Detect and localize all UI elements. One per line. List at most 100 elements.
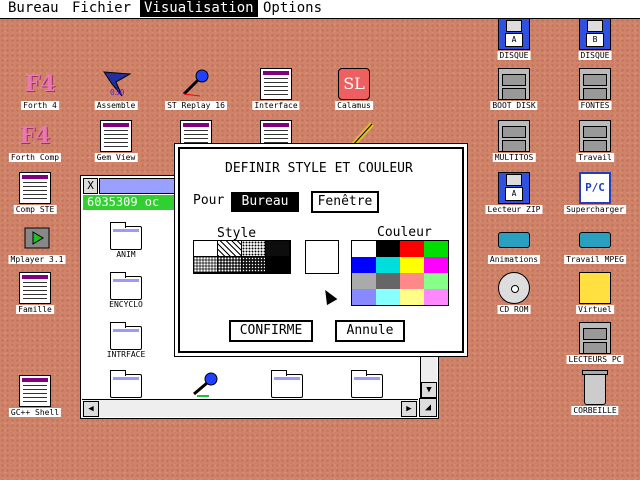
desktop-icon-virtuel[interactable]: Virtuel	[557, 272, 633, 320]
icon-label: Gem View	[94, 153, 138, 162]
floppy-disk-icon	[579, 18, 611, 50]
desktop-icon-cd-rom[interactable]: CD ROM	[476, 272, 552, 320]
color-swatch[interactable]	[376, 257, 400, 273]
window-close-button[interactable]: X	[83, 178, 98, 194]
desktop-icon-supercharger[interactable]: P/C Supercharger	[557, 172, 633, 220]
desktop-icon-disque-a[interactable]: DISQUE	[476, 18, 552, 66]
color-swatch[interactable]	[400, 273, 424, 289]
desktop-icon-lecteur-zip[interactable]: Lecteur ZIP	[476, 172, 552, 220]
color-swatch[interactable]	[352, 289, 376, 305]
pattern-swatch[interactable]	[194, 257, 218, 273]
scroll-right-button[interactable]: ▶	[401, 401, 417, 417]
folder-item-anim[interactable]: ANIM	[96, 220, 156, 264]
folder-item-intrface[interactable]: INTRFACE	[96, 320, 156, 364]
color-swatch[interactable]	[376, 273, 400, 289]
desktop-icon-animations[interactable]: Animations	[476, 222, 552, 270]
folder-icon	[110, 272, 142, 300]
pattern-swatch[interactable]	[218, 241, 242, 257]
icon-label: BOOT DISK	[490, 101, 538, 110]
icon-label: Comp STE	[13, 205, 57, 214]
desktop-icon-fontes[interactable]: FONTES	[557, 68, 633, 116]
icon-label: Calamus	[335, 101, 373, 110]
icon-label: CORBEILLE	[571, 406, 619, 415]
pattern-swatch[interactable]	[242, 257, 266, 273]
folder-icon	[110, 222, 142, 250]
menu-fichier[interactable]: Fichier	[68, 0, 135, 17]
color-swatch[interactable]	[424, 257, 448, 273]
color-swatch[interactable]	[424, 241, 448, 257]
pc-emulator-icon: P/C	[579, 172, 611, 204]
icon-label: DISQUE	[497, 51, 531, 60]
pattern-swatch[interactable]	[194, 241, 218, 257]
icon-label: Mplayer 3.1	[8, 255, 66, 264]
desktop-icon-travail[interactable]: Travail	[557, 120, 633, 168]
desktop-icon-lecteurs-pc[interactable]: LECTEURS PC	[557, 322, 633, 370]
confirm-button[interactable]: CONFIRME	[229, 320, 313, 342]
desktop-icon-boot-disk[interactable]: BOOT DISK	[476, 68, 552, 116]
scroll-down-button[interactable]: ▼	[421, 382, 437, 398]
folder-item-encyclo[interactable]: ENCYCLO	[96, 270, 156, 314]
window-resize-handle[interactable]: ◢	[419, 398, 437, 417]
desktop-icon-st-replay[interactable]: ST Replay 16	[158, 68, 234, 116]
desktop-icon-famille[interactable]: Famille	[0, 272, 73, 320]
folder-label: INTRFACE	[106, 350, 146, 359]
color-swatch[interactable]	[400, 257, 424, 273]
color-swatch[interactable]	[352, 241, 376, 257]
cancel-button[interactable]: Annule	[335, 320, 405, 342]
desktop-icon-multitos[interactable]: MULTITOS	[476, 120, 552, 168]
menu-bureau[interactable]: Bureau	[4, 0, 63, 17]
pour-label: Pour	[193, 193, 225, 208]
desktop-icon-mplayer[interactable]: Mplayer 3.1	[0, 222, 75, 270]
pattern-swatch[interactable]	[218, 257, 242, 273]
icon-label: Forth 4	[21, 101, 59, 110]
desktop-icon-calamus[interactable]: SL Calamus	[316, 68, 392, 116]
desktop-icon-gem-view[interactable]: Gem View	[78, 120, 154, 168]
color-swatch[interactable]	[376, 289, 400, 305]
icon-label: GC++ Shell	[8, 408, 62, 417]
program-window-icon	[19, 272, 51, 304]
color-palette-grid	[351, 240, 449, 306]
desktop-icon-forth-comp[interactable]: F4 Forth Comp	[0, 120, 73, 168]
calamus-icon: SL	[338, 68, 370, 100]
hard-disk-icon	[579, 68, 611, 100]
target-bureau-button[interactable]: Bureau	[231, 192, 299, 212]
desktop-icon-comp-ste[interactable]: Comp STE	[0, 172, 73, 220]
folder-icon	[110, 322, 142, 350]
desktop-icon-interface[interactable]: Interface	[238, 68, 314, 116]
desktop-icon-corbeille[interactable]: CORBEILLE	[557, 370, 633, 421]
color-swatch[interactable]	[400, 289, 424, 305]
desktop-icon-travail-mpeg[interactable]: Travail MPEG	[557, 222, 633, 270]
color-swatch[interactable]	[424, 289, 448, 305]
icon-label: LECTEURS PC	[566, 355, 624, 364]
color-swatch[interactable]	[400, 241, 424, 257]
horizontal-scrollbar[interactable]: ◀ ▶	[82, 399, 418, 417]
desktop-icon-disque-b[interactable]: DISQUE	[557, 18, 633, 66]
icon-label: Animations	[487, 255, 541, 264]
desktop-icon-assemble[interactable]: 030 Assemble	[78, 68, 154, 116]
scroll-left-button[interactable]: ◀	[83, 401, 99, 417]
color-swatch[interactable]	[352, 273, 376, 289]
hard-disk-icon	[498, 120, 530, 152]
menu-visualisation[interactable]: Visualisation	[140, 0, 258, 17]
pattern-swatch[interactable]	[266, 257, 290, 273]
menu-options[interactable]: Options	[259, 0, 326, 17]
icon-label: MULTITOS	[492, 153, 536, 162]
icon-label: Travail MPEG	[564, 255, 626, 264]
folder-icon	[110, 370, 142, 398]
desktop-icon-forth4[interactable]: F4 Forth 4	[2, 68, 78, 116]
floppy-disk-icon	[498, 18, 530, 50]
hard-disk-icon	[498, 68, 530, 100]
pattern-swatch[interactable]	[266, 241, 290, 257]
hard-disk-icon	[579, 322, 611, 354]
style-preview-box	[305, 240, 339, 274]
dialog-title: DEFINIR STYLE ET COULEUR	[225, 161, 413, 176]
color-swatch[interactable]	[376, 241, 400, 257]
forth-icon: F4	[19, 123, 51, 149]
target-fenetre-button[interactable]: Fenêtre	[311, 191, 379, 213]
program-window-icon	[19, 172, 51, 204]
desktop-icon-gcc-shell[interactable]: GC++ Shell	[0, 375, 73, 423]
color-swatch[interactable]	[424, 273, 448, 289]
pattern-swatch[interactable]	[242, 241, 266, 257]
color-swatch[interactable]	[352, 257, 376, 273]
forth-icon: F4	[24, 71, 56, 97]
